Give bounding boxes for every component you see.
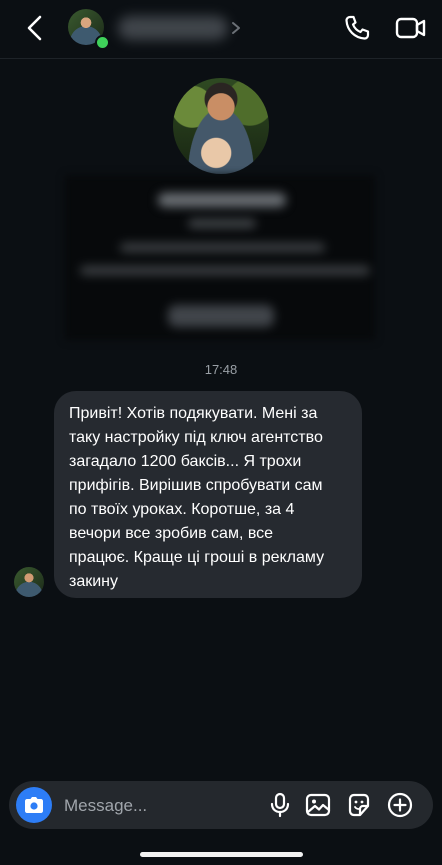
sticker-icon[interactable] <box>345 791 373 819</box>
chat-header <box>0 0 442 59</box>
profile-mutual-blurred <box>80 266 370 275</box>
profile-avatar <box>173 78 269 174</box>
profile-name-blurred <box>158 193 286 207</box>
view-profile-button-blurred[interactable] <box>168 305 274 327</box>
chevron-right-icon[interactable] <box>231 21 241 35</box>
message-input[interactable] <box>62 792 256 820</box>
video-icon[interactable] <box>395 14 427 42</box>
camera-button[interactable] <box>16 787 52 823</box>
camera-icon <box>25 797 43 813</box>
phone-icon[interactable] <box>343 14 371 42</box>
contact-name[interactable] <box>118 16 228 40</box>
sender-avatar[interactable] <box>14 567 44 597</box>
microphone-icon[interactable] <box>266 791 294 819</box>
plus-circle-icon[interactable] <box>386 791 414 819</box>
back-icon[interactable] <box>24 14 46 42</box>
profile-stats-blurred <box>120 243 325 252</box>
home-indicator <box>140 852 303 857</box>
message-timestamp: 17:48 <box>204 362 238 377</box>
image-icon[interactable] <box>304 791 332 819</box>
online-status-indicator <box>95 35 110 50</box>
incoming-message-bubble[interactable]: Привіт! Хотів подякувати. Мені за таку н… <box>54 391 362 598</box>
profile-username-blurred <box>188 219 256 228</box>
